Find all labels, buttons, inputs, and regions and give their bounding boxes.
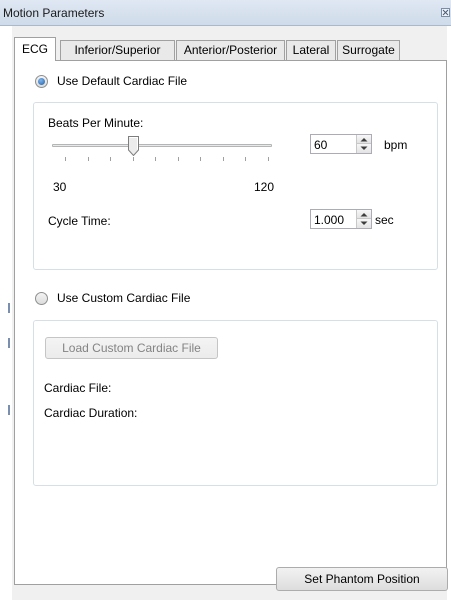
slider-max-label: 120 xyxy=(254,180,275,194)
slider-tick xyxy=(177,157,179,161)
cardiac-file-label: Cardiac File: xyxy=(44,381,112,395)
bpm-spin-up-button[interactable] xyxy=(356,135,371,144)
bpm-spin-buttons xyxy=(356,135,371,153)
edge-mark xyxy=(8,338,10,348)
cycle-spin-buttons xyxy=(356,210,371,228)
bpm-spin-down-button[interactable] xyxy=(356,144,371,153)
close-icon xyxy=(442,9,449,16)
spin-up-arrow-icon xyxy=(360,138,368,142)
window-right-edge xyxy=(447,0,451,600)
bpm-slider-thumb[interactable] xyxy=(127,136,139,157)
tab-inferior-superior[interactable]: Inferior/Superior xyxy=(60,40,175,60)
tab-anterior-posterior[interactable]: Anterior/Posterior xyxy=(176,40,285,60)
bpm-spinbox[interactable]: 60 xyxy=(310,134,372,154)
slider-tick xyxy=(222,157,224,161)
cycle-time-unit: sec xyxy=(375,213,394,227)
tab-lateral[interactable]: Lateral xyxy=(286,40,336,60)
window-left-edge xyxy=(0,0,12,600)
edge-mark xyxy=(8,303,10,313)
title-bar: Motion Parameters xyxy=(0,0,451,26)
edge-mark xyxy=(8,405,10,415)
close-button[interactable] xyxy=(441,8,450,17)
cardiac-duration-label: Cardiac Duration: xyxy=(44,406,138,420)
cycle-time-value[interactable]: 1.000 xyxy=(314,213,344,227)
bpm-unit: bpm xyxy=(384,138,408,152)
slider-tick xyxy=(132,157,134,161)
custom-cardiac-radio[interactable] xyxy=(35,292,48,305)
tab-surrogate[interactable]: Surrogate xyxy=(337,40,400,60)
bpm-value[interactable]: 60 xyxy=(314,138,327,152)
slider-min-label: 30 xyxy=(53,180,67,194)
set-phantom-position-button[interactable]: Set Phantom Position xyxy=(276,567,448,591)
motion-parameters-window: Motion Parameters ECG Inferior/Superior … xyxy=(0,0,451,600)
slider-tick xyxy=(245,157,247,161)
slider-tick xyxy=(110,157,112,161)
cycle-spin-up-button[interactable] xyxy=(356,210,371,219)
spin-down-arrow-icon xyxy=(360,221,368,225)
custom-cardiac-label: Use Custom Cardiac File xyxy=(57,291,191,305)
slider-tick xyxy=(268,157,269,161)
spin-down-arrow-icon xyxy=(360,146,368,150)
default-cardiac-radio[interactable] xyxy=(35,75,48,88)
cycle-time-label: Cycle Time: xyxy=(48,214,111,228)
slider-tick xyxy=(87,157,89,161)
spin-up-arrow-icon xyxy=(360,213,368,217)
bpm-label: Beats Per Minute: xyxy=(48,116,144,130)
window-title: Motion Parameters xyxy=(3,6,105,20)
slider-tick xyxy=(65,157,66,161)
slider-thumb-icon xyxy=(127,136,139,157)
slider-tick xyxy=(200,157,202,161)
load-custom-cardiac-button[interactable]: Load Custom Cardiac File xyxy=(45,337,218,359)
tab-ecg[interactable]: ECG xyxy=(14,37,56,61)
radio-selected-dot xyxy=(38,78,45,85)
bpm-slider-track[interactable] xyxy=(52,144,272,147)
cycle-time-spinbox[interactable]: 1.000 xyxy=(310,209,372,229)
cycle-spin-down-button[interactable] xyxy=(356,219,371,228)
default-cardiac-label: Use Default Cardiac File xyxy=(57,74,188,88)
slider-tick xyxy=(155,157,157,161)
